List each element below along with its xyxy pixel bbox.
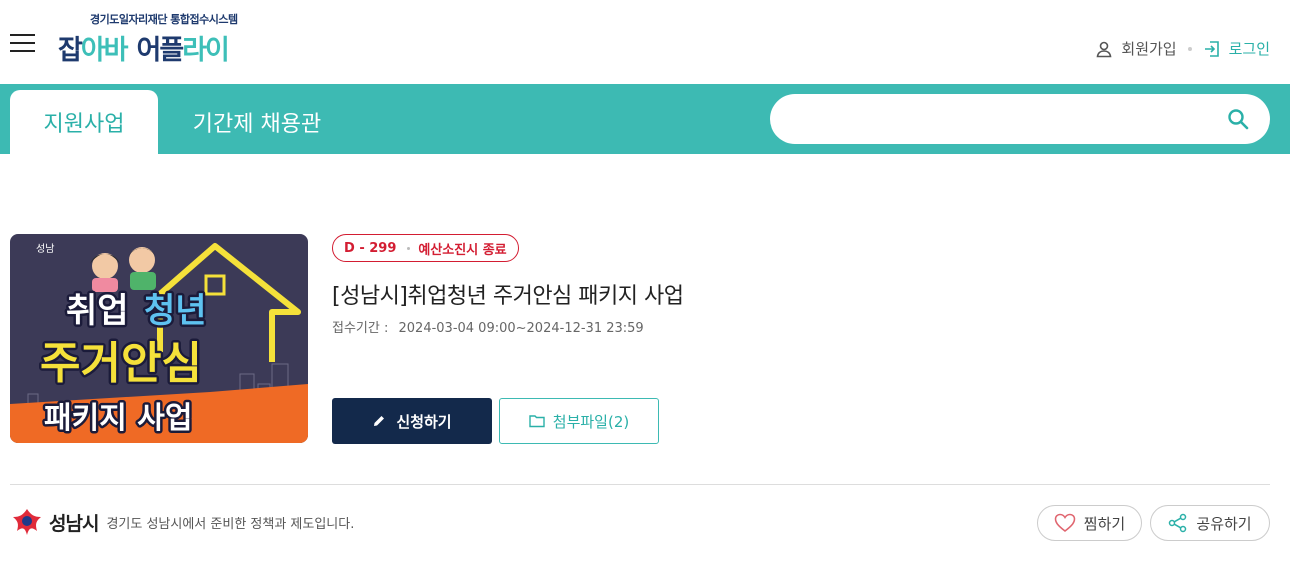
site-header: 경기도일자리재단 통합접수시스템 잡아바 어플라이 회원가입 로그인 [0, 0, 1290, 84]
favorite-button[interactable]: 찜하기 [1037, 505, 1142, 541]
logo-text-4: 라이 [182, 35, 230, 66]
logo-text-3: 어플 [136, 35, 185, 66]
attachment-button[interactable]: 첨부파일(2) [499, 398, 659, 444]
application-period: 접수기간 : 2024-03-04 09:00~2024-12-31 23:59 [332, 317, 644, 336]
program-thumbnail[interactable]: 성남 취업 청년 주거안심 패키지 사업 [10, 234, 308, 443]
search-icon[interactable] [1226, 107, 1250, 131]
poster-city-logo: 성남 [36, 243, 54, 255]
heart-icon [1054, 513, 1076, 532]
apply-button[interactable]: 신청하기 [332, 398, 492, 444]
logo-title: 잡아바 어플라이 [58, 28, 230, 67]
poster-text-3: 주거안심 [40, 338, 202, 389]
poster-text-4: 패키지 사업 [44, 401, 192, 436]
user-utility-menu: 회원가입 로그인 [1095, 38, 1270, 59]
dday-label: D - 299 [344, 240, 397, 256]
tab-temporary-jobs[interactable]: 기간제 채용관 [168, 90, 346, 154]
period-value: 2024-03-04 09:00~2024-12-31 23:59 [398, 321, 644, 336]
site-logo[interactable]: 경기도일자리재단 통합접수시스템 잡아바 어플라이 [58, 10, 273, 70]
search-box [770, 94, 1270, 144]
program-poster-image: 성남 취업 청년 주거안심 패키지 사업 [10, 234, 308, 443]
seongnam-logo-icon [13, 509, 41, 535]
login-link[interactable]: 로그인 [1203, 38, 1270, 59]
program-title[interactable]: [성남시]취업청년 주거안심 패키지 사업 [332, 278, 684, 310]
tab-support-programs[interactable]: 지원사업 [10, 90, 158, 154]
logo-subtitle: 경기도일자리재단 통합접수시스템 [90, 13, 238, 26]
main-nav: 지원사업 기간제 채용관 [0, 84, 1290, 154]
share-label: 공유하기 [1196, 514, 1252, 533]
poster-text-2: 청년 [144, 291, 207, 331]
share-button[interactable]: 공유하기 [1150, 505, 1270, 541]
signup-link[interactable]: 회원가입 [1095, 38, 1177, 59]
search-input[interactable] [794, 106, 1214, 132]
poster-text-1: 취업 [66, 291, 129, 331]
user-icon [1096, 41, 1112, 57]
logo-text-1: 잡 [58, 35, 83, 66]
login-icon [1204, 40, 1219, 57]
menu-icon[interactable] [10, 34, 35, 52]
login-label: 로그인 [1228, 40, 1270, 58]
status-badge: D - 299 예산소진시 종료 [332, 234, 519, 262]
folder-icon [529, 415, 545, 428]
attachment-label: 첨부파일(2) [552, 412, 630, 431]
org-info: 성남시 경기도 성남시에서 준비한 정책과 제도입니다. [10, 507, 354, 537]
signup-label: 회원가입 [1121, 40, 1177, 58]
favorite-label: 찜하기 [1083, 514, 1126, 533]
pencil-icon [374, 416, 385, 426]
logo-text-2: 아바 [80, 35, 129, 66]
divider [10, 484, 1270, 485]
util-separator [1187, 46, 1192, 51]
status-label: 예산소진시 종료 [418, 242, 507, 258]
share-icon [1169, 513, 1187, 533]
period-label: 접수기간 : [332, 321, 389, 336]
org-description: 경기도 성남시에서 준비한 정책과 제도입니다. [106, 516, 355, 532]
org-name: 성남시 [49, 512, 99, 535]
apply-label: 신청하기 [396, 412, 452, 431]
